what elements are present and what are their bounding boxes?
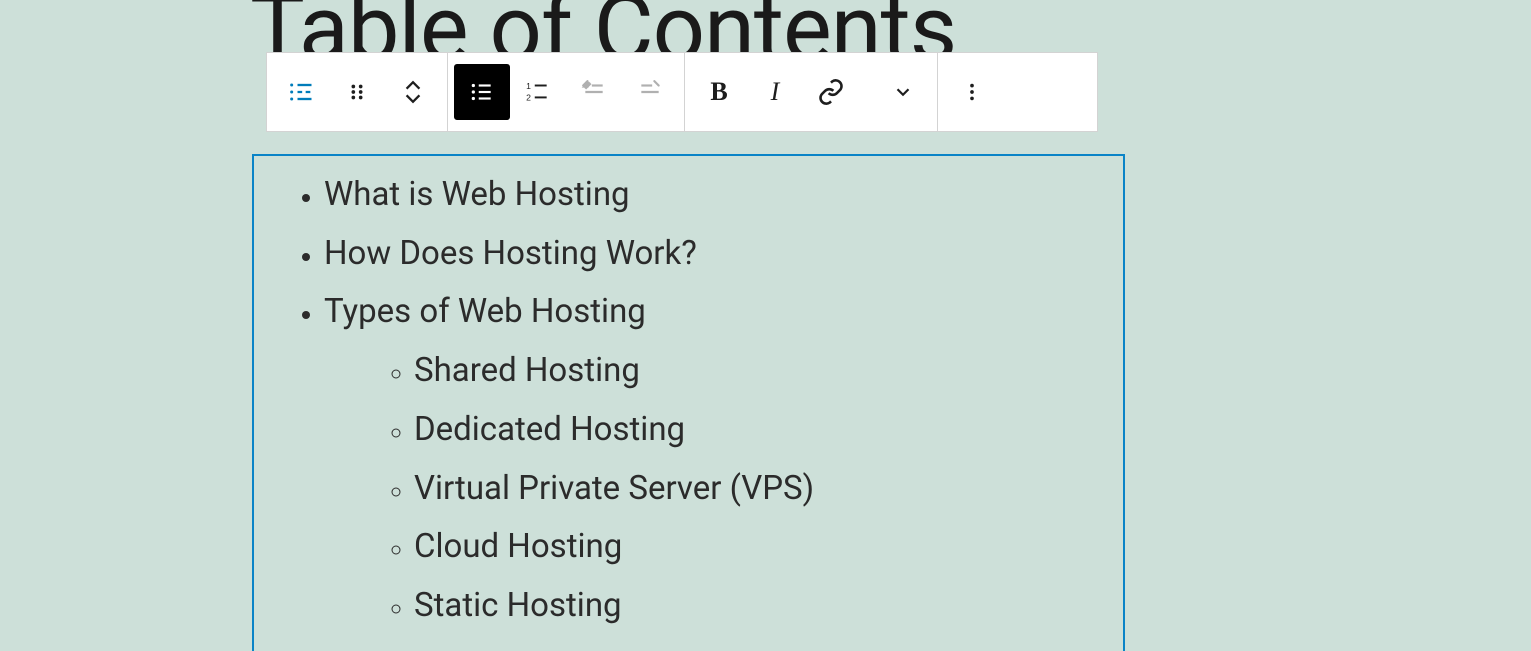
toolbar-group-block [267, 53, 447, 131]
toolbar-group-options [938, 53, 1006, 131]
bold-button[interactable]: B [691, 64, 747, 120]
more-formatting-button[interactable] [875, 64, 931, 120]
list-item-text: How Does Hosting Work? [324, 234, 697, 273]
list-item-text: Dedicated Hosting [414, 410, 685, 449]
indent-icon [637, 79, 663, 105]
outdent-icon [581, 79, 607, 105]
list-item-text: What is Web Hosting [324, 175, 630, 214]
block-type-button[interactable] [273, 64, 329, 120]
list-item[interactable]: Virtual Private Server (VPS) [414, 460, 1093, 519]
options-button[interactable] [944, 64, 1000, 120]
bullet-list[interactable]: What is Web Hosting How Does Hosting Wor… [284, 166, 1093, 636]
link-icon [817, 78, 845, 106]
editor-canvas: Table of Contents [0, 0, 1531, 651]
drag-handle-icon [346, 81, 368, 103]
list-block[interactable]: What is Web Hosting How Does Hosting Wor… [252, 154, 1125, 651]
block-toolbar: 1 2 [266, 52, 1098, 132]
chevron-down-icon [892, 81, 914, 103]
kebab-icon [961, 81, 983, 103]
drag-handle-button[interactable] [329, 64, 385, 120]
list-item-text: Virtual Private Server (VPS) [414, 469, 814, 508]
svg-text:1: 1 [526, 81, 531, 91]
list-item[interactable]: Dedicated Hosting [414, 401, 1093, 460]
chevron-down-icon [402, 92, 424, 106]
nested-bullet-list[interactable]: Shared Hosting Dedicated Hosting Virtual… [324, 342, 1093, 636]
toolbar-group-format: B I [685, 53, 937, 131]
numbered-list-icon: 1 2 [525, 79, 551, 105]
italic-button[interactable]: I [747, 64, 803, 120]
list-item[interactable]: Cloud Hosting [414, 518, 1093, 577]
list-item-text: Cloud Hosting [414, 527, 622, 566]
list-item[interactable]: Types of Web Hosting Shared Hosting Dedi… [324, 283, 1093, 635]
bullet-list-icon [469, 79, 495, 105]
unordered-list-button[interactable] [454, 64, 510, 120]
italic-icon: I [771, 77, 780, 107]
bold-icon: B [710, 77, 727, 107]
list-icon [287, 78, 315, 106]
list-item-text: Shared Hosting [414, 351, 640, 390]
list-item[interactable]: Shared Hosting [414, 342, 1093, 401]
link-button[interactable] [803, 64, 859, 120]
list-item-text: Types of Web Hosting [324, 292, 646, 331]
list-item[interactable]: How Does Hosting Work? [324, 225, 1093, 284]
indent-button[interactable] [622, 64, 678, 120]
svg-text:2: 2 [526, 93, 531, 103]
list-item-text: Static Hosting [414, 586, 622, 625]
list-item[interactable]: What is Web Hosting [324, 166, 1093, 225]
ordered-list-button[interactable]: 1 2 [510, 64, 566, 120]
toolbar-group-list: 1 2 [448, 53, 684, 131]
move-updown-button[interactable] [385, 64, 441, 120]
list-item[interactable]: Static Hosting [414, 577, 1093, 636]
chevron-up-icon [402, 78, 424, 92]
outdent-button[interactable] [566, 64, 622, 120]
